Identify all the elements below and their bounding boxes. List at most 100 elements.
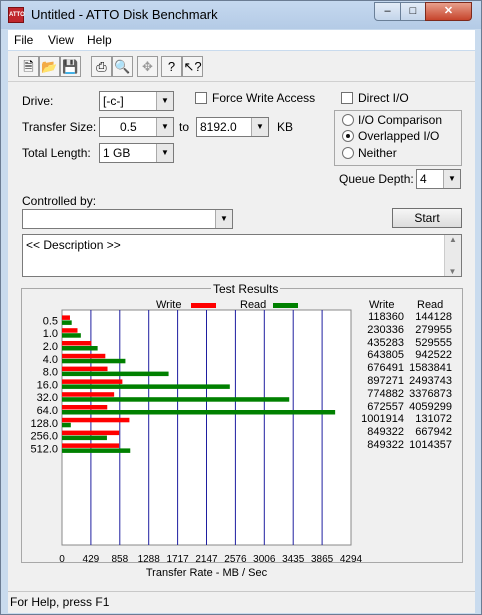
- help-button[interactable]: ?: [161, 56, 182, 77]
- y-tick-label: 256.0: [30, 431, 58, 443]
- x-tick-label: 0: [59, 554, 65, 565]
- x-tick-label: 3006: [253, 554, 276, 565]
- read-value: 529555: [415, 336, 452, 349]
- write-value: 849322: [367, 426, 404, 439]
- read-value: 3376873: [409, 387, 452, 400]
- move-icon: ✥: [142, 59, 153, 74]
- open-icon: 📂: [41, 59, 58, 74]
- x-tick-label: 2576: [224, 554, 247, 565]
- read-value: 279955: [415, 323, 452, 336]
- status-bar: For Help, press F1: [8, 591, 475, 613]
- window-title: Untitled - ATTO Disk Benchmark: [31, 7, 218, 22]
- print-icon: ⎙: [96, 59, 107, 74]
- x-tick-label: 858: [111, 554, 128, 565]
- read-value: 2493743: [409, 375, 452, 387]
- new-button[interactable]: 🗎: [18, 56, 39, 77]
- move-button[interactable]: ✥: [137, 56, 158, 77]
- write-value: 118360: [368, 311, 404, 323]
- print-preview-icon: 🔍: [114, 59, 131, 74]
- read-bar: [62, 397, 290, 402]
- read-value: 4059299: [409, 400, 452, 413]
- y-tick-label: 64.0: [37, 405, 58, 417]
- status-text: For Help, press F1: [10, 595, 110, 609]
- y-tick-label: 32.0: [37, 392, 58, 404]
- maximize-icon: □: [409, 5, 417, 17]
- write-bar: [62, 417, 130, 423]
- menu-view[interactable]: View: [48, 33, 74, 47]
- main-panel: Drive: [-c-] ▼ Force Write Access Direct…: [8, 82, 475, 591]
- write-bar: [62, 379, 123, 384]
- close-icon: ✕: [443, 5, 454, 17]
- x-tick-label: 1717: [166, 554, 189, 565]
- x-tick-label: 3865: [311, 554, 334, 565]
- write-value: 643805: [367, 349, 404, 362]
- write-bar: [62, 366, 108, 372]
- read-bar: [62, 448, 131, 453]
- write-bar: [62, 392, 115, 397]
- toolbar: 🗎 📂 💾 ⎙ 🔍 ✥ ? ↖?: [8, 51, 475, 82]
- y-tick-label: 128.0: [30, 418, 58, 430]
- app-window: ATTO Untitled - ATTO Disk Benchmark – □ …: [0, 0, 482, 615]
- read-value: 144128: [415, 311, 452, 323]
- read-bar: [62, 371, 169, 377]
- x-tick-label: 2147: [195, 554, 218, 565]
- write-bar: [62, 353, 106, 359]
- menu-file[interactable]: File: [14, 33, 33, 47]
- x-tick-label: 429: [83, 554, 100, 565]
- help-icon: ?: [167, 59, 176, 74]
- read-bar: [62, 320, 72, 325]
- read-value: 1014357: [409, 439, 452, 451]
- atto-app-icon[interactable]: ATTO: [8, 7, 25, 23]
- read-bar: [62, 333, 81, 338]
- read-value: 942522: [415, 349, 452, 362]
- save-button[interactable]: 💾: [60, 56, 81, 77]
- write-value: 1001914: [361, 413, 404, 426]
- write-value: 672557: [367, 400, 404, 413]
- minimize-icon: –: [384, 5, 391, 17]
- read-value: 131072: [415, 413, 452, 426]
- title-bar[interactable]: ATTO Untitled - ATTO Disk Benchmark – □ …: [1, 1, 481, 29]
- open-button[interactable]: 📂: [39, 56, 60, 77]
- read-bar: [62, 410, 336, 415]
- read-bar: [62, 422, 71, 428]
- read-bar: [62, 384, 230, 389]
- y-tick-label: 4.0: [43, 354, 58, 366]
- write-bar: [62, 443, 120, 448]
- maximize-button[interactable]: □: [400, 2, 426, 21]
- context-help-icon: ↖?: [183, 59, 202, 74]
- write-bar: [62, 315, 70, 320]
- menu-bar: File View Help: [8, 30, 475, 50]
- read-bar: [62, 346, 98, 351]
- write-value: 676491: [367, 362, 404, 375]
- write-value: 849322: [367, 439, 404, 451]
- y-tick-label: 2.0: [43, 341, 58, 353]
- write-value: 435283: [367, 336, 404, 349]
- new-icon: 🗎: [23, 59, 34, 74]
- y-tick-label: 16.0: [37, 379, 58, 391]
- x-tick-label: 1288: [138, 554, 161, 565]
- save-icon: 💾: [62, 59, 79, 74]
- minimize-button[interactable]: –: [374, 2, 401, 21]
- write-bar: [62, 341, 92, 346]
- read-value: 667942: [415, 426, 452, 439]
- print-button[interactable]: ⎙: [91, 56, 112, 77]
- read-value: 1583841: [409, 362, 452, 375]
- x-axis-label: Transfer Rate - MB / Sec: [146, 567, 268, 579]
- write-bar: [62, 430, 120, 436]
- x-tick-label: 3435: [282, 554, 305, 565]
- x-tick-label: 4294: [340, 554, 363, 565]
- print-preview-button[interactable]: 🔍: [112, 56, 133, 77]
- read-bar: [62, 358, 126, 364]
- write-value: 230336: [367, 323, 404, 336]
- write-bar: [62, 405, 108, 410]
- y-tick-label: 8.0: [43, 367, 58, 379]
- context-help-button[interactable]: ↖?: [182, 56, 203, 77]
- read-bar: [62, 435, 107, 441]
- write-value: 897271: [367, 375, 404, 387]
- menu-help[interactable]: Help: [87, 33, 112, 47]
- y-tick-label: 0.5: [43, 315, 58, 327]
- write-bar: [62, 328, 78, 333]
- write-value: 774882: [367, 387, 404, 400]
- y-tick-label: 512.0: [30, 443, 58, 455]
- close-button[interactable]: ✕: [425, 2, 472, 21]
